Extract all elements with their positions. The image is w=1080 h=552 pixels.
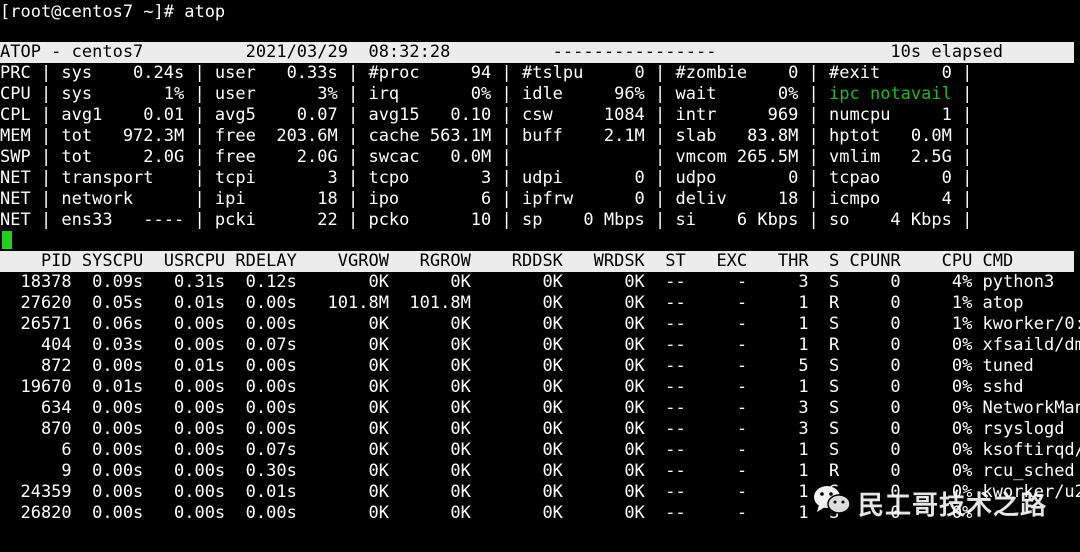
stat-line-mem: MEM | tot 972.3M | free 203.6M | cache 5…	[0, 126, 973, 146]
stat-line-net-transport: NET | transport | tcpi 3 | tcpo 3 | udpi…	[0, 168, 973, 188]
process-row: 9 0.00s 0.00s 0.30s 0K 0K 0K 0K -- - 1 R…	[0, 461, 1075, 481]
process-row: 634 0.00s 0.00s 0.00s 0K 0K 0K 0K -- - 3…	[0, 398, 1080, 418]
stat-line-prc: PRC | sys 0.24s | user 0.33s | #proc 94 …	[0, 63, 973, 83]
process-row: 27620 0.05s 0.01s 0.00s 101.8M 101.8M 0K…	[0, 293, 1024, 313]
atop-header-bar: ATOP - centos7 2021/03/29 08:32:28 -----…	[0, 42, 1074, 63]
watermark-text: 民工哥技术之路	[858, 491, 1048, 521]
stat-line-cpu-end: |	[962, 84, 973, 104]
stat-line-cpu-text: CPU | sys 1% | user 3% | irq 0% | idle 9…	[0, 84, 830, 104]
stat-line-cpu-tail	[952, 84, 962, 104]
ipc-notavail-label: ipc notavail	[829, 84, 952, 104]
stat-line-net-ens33: NET | ens33 ---- | pcki 22 | pcko 10 | s…	[0, 210, 973, 230]
process-row: 6 0.00s 0.00s 0.07s 0K 0K 0K 0K -- - 1 S…	[0, 440, 1080, 460]
wechat-icon	[814, 486, 851, 514]
stat-line-swp: SWP | tot 2.0G | free 2.0G | swcac 0.0M …	[0, 147, 973, 167]
terminal-cursor	[2, 231, 12, 249]
stat-line-cpu: CPU | sys 1% | user 3% | irq 0% | idle 9…	[0, 84, 972, 105]
process-row: 870 0.00s 0.00s 0.00s 0K 0K 0K 0K -- - 3…	[0, 419, 1065, 439]
process-row: 872 0.00s 0.01s 0.00s 0K 0K 0K 0K -- - 5…	[0, 356, 1034, 376]
process-row: 18378 0.09s 0.31s 0.12s 0K 0K 0K 0K -- -…	[0, 272, 1055, 292]
process-table-header: PID SYSCPU USRCPU RDELAY VGROW RGROW RDD…	[0, 251, 1080, 272]
process-row: 404 0.03s 0.00s 0.07s 0K 0K 0K 0K -- - 1…	[0, 335, 1080, 355]
watermark: 民工哥技术之路	[812, 481, 1074, 523]
process-row: 26571 0.06s 0.00s 0.00s 0K 0K 0K 0K -- -…	[0, 314, 1080, 334]
shell-prompt: [root@centos7 ~]# atop	[0, 2, 226, 22]
stat-line-cpl: CPL | avg1 0.01 | avg5 0.07 | avg15 0.10…	[0, 105, 973, 125]
stat-line-net-network: NET | network | ipi 18 | ipo 6 | ipfrw 0…	[0, 189, 973, 209]
process-row: 19670 0.01s 0.00s 0.00s 0K 0K 0K 0K -- -…	[0, 377, 1024, 397]
